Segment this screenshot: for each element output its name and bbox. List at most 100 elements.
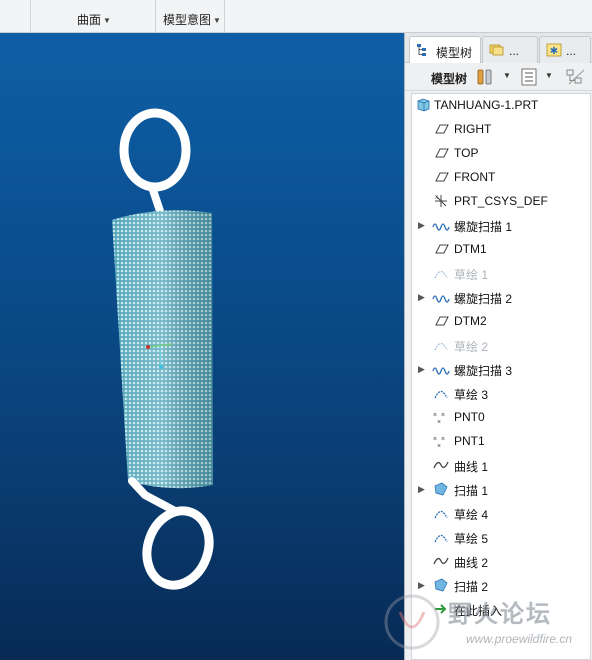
tree-item[interactable]: FRONT [412, 166, 590, 188]
tab-label: ... [566, 44, 577, 58]
tree-item-label: 在此插入 [454, 604, 503, 618]
tree-item[interactable]: 草绘 3 [412, 382, 590, 404]
tab-label: 模型树 [436, 46, 473, 60]
svg-text:×: × [437, 443, 441, 449]
tree-item[interactable]: TOP [412, 142, 590, 164]
expand-arrow-icon[interactable]: ▶ [418, 580, 425, 591]
show-hide-icon[interactable] [565, 67, 587, 87]
tree-item[interactable]: ▶ 扫描 2 [412, 574, 590, 596]
coil-body [112, 210, 213, 489]
panel-tabs: 模型树 ... ✱ ... [405, 33, 592, 64]
svg-text:×: × [437, 419, 441, 425]
tree-item[interactable]: RIGHT [412, 118, 590, 140]
tree-item[interactable]: 草绘 5 [412, 526, 590, 548]
tree-item[interactable]: DTM2 [412, 310, 590, 332]
tree-item[interactable]: X PRT_CSYS_DEF [412, 190, 590, 212]
svg-text:✱: ✱ [550, 46, 558, 57]
datum-plane-icon [435, 124, 449, 134]
sketch-icon [434, 270, 448, 279]
expand-arrow-icon[interactable]: ▶ [418, 292, 425, 303]
csys-icon: X [435, 195, 447, 207]
helical-sweep-icon [432, 367, 450, 375]
tree-item[interactable]: 曲线 1 [412, 454, 590, 476]
svg-text:×: × [441, 412, 445, 419]
spring-model [112, 108, 214, 590]
svg-text:×: × [441, 436, 445, 443]
surface-group-label[interactable]: 曲面 ▼ [77, 11, 111, 28]
tree-item-label: 草绘 3 [454, 388, 489, 402]
tree-item[interactable]: ▶ 扫描 1 [412, 478, 590, 500]
sketch-icon [434, 510, 448, 519]
bottom-hook [128, 477, 214, 590]
sweep-icon [434, 482, 448, 496]
datum-point-icon: × ×× [433, 436, 445, 449]
tree-item-label: 草绘 2 [454, 340, 489, 354]
expand-arrow-icon[interactable]: ▶ [418, 484, 425, 495]
tree-item[interactable]: × × × PNT0 [412, 406, 590, 428]
expand-arrow-icon[interactable]: ▶ [418, 364, 425, 375]
top-hook [119, 108, 191, 215]
svg-text:×: × [433, 436, 437, 443]
graphics-viewport[interactable] [0, 33, 404, 660]
tree-item[interactable]: ▶ 螺旋扫描 1 [412, 214, 590, 236]
model-tree-toolbar: 模型树 ▼ ▼ [405, 63, 592, 91]
sketch-icon [434, 534, 448, 543]
model-intent-group-label[interactable]: 模型意图 ▼ [163, 11, 221, 28]
insert-here-icon [435, 604, 447, 614]
tree-item[interactable]: 曲线 2 [412, 550, 590, 572]
model-tree: TANHUANG-1.PRT RIGHT TOP FRONT X PRT_CSYS_DE… [411, 93, 591, 660]
favorites-icon: ✱ [546, 43, 562, 57]
model-tree-icon [417, 44, 426, 56]
sketch-icon [434, 342, 448, 351]
tree-item-label: 草绘 5 [454, 532, 489, 546]
expand-arrow-icon[interactable]: ▶ [418, 220, 425, 231]
helical-sweep-icon [432, 295, 450, 303]
curve-icon [433, 461, 449, 469]
side-panel: 模型树 ... ✱ ... 模型树 ▼ ▼ TANHUANG-1.PRT RIG… [404, 33, 592, 660]
datum-point-icon: × ×× [433, 412, 445, 425]
tree-item-label: DTM1 [454, 242, 487, 256]
tree-item[interactable]: 草绘 1 [412, 262, 590, 284]
tools-icon[interactable] [475, 67, 495, 87]
tree-item-label: 草绘 4 [454, 508, 489, 522]
datum-plane-icon [435, 148, 449, 158]
tab-layers[interactable]: ... [482, 36, 538, 63]
svg-text:×: × [433, 412, 437, 419]
tree-item-label: PNT1 [454, 434, 485, 448]
datum-plane-icon [435, 316, 449, 326]
tree-root[interactable]: TANHUANG-1.PRT [412, 94, 590, 116]
tree-item-label: 曲线 2 [454, 556, 489, 570]
datum-plane-icon [435, 172, 449, 182]
chevron-down-icon[interactable]: ▼ [545, 71, 553, 80]
ribbon-toolbar: 曲面 ▼ 模型意图 ▼ [0, 0, 592, 33]
tree-item[interactable]: 草绘 2 [412, 334, 590, 356]
toolbar-title: 模型树 [431, 72, 468, 86]
tree-item[interactable]: 草绘 4 [412, 502, 590, 524]
part-icon [417, 98, 430, 112]
chevron-down-icon[interactable]: ▼ [503, 71, 511, 80]
tree-item[interactable]: ▶ 螺旋扫描 2 [412, 286, 590, 308]
tree-item[interactable]: DTM1 [412, 238, 590, 260]
tree-item-label: PRT_CSYS_DEF [454, 194, 548, 208]
ribbon-group-model-intent: 模型意图 ▼ [155, 0, 225, 33]
tree-item-label: 扫描 2 [454, 580, 489, 594]
settings-list-icon[interactable] [519, 67, 539, 87]
tree-item-label: 草绘 1 [454, 268, 489, 282]
curve-icon [433, 557, 449, 565]
chevron-down-icon: ▼ [213, 16, 221, 25]
tree-item-label: TOP [454, 146, 479, 160]
tree-item-label: PNT0 [454, 410, 485, 424]
tree-item-label: DTM2 [454, 314, 487, 328]
tree-item[interactable]: 在此插入 [412, 598, 590, 620]
tree-item-label: 螺旋扫描 2 [454, 292, 513, 306]
sketch-icon [434, 390, 448, 399]
ribbon-group-surface: 曲面 ▼ [30, 0, 155, 33]
tab-model-tree[interactable]: 模型树 [409, 36, 481, 64]
tree-item[interactable]: × × × PNT1 [412, 430, 590, 452]
tree-item-label: 螺旋扫描 3 [454, 364, 513, 378]
layers-icon [489, 44, 504, 56]
datum-plane-icon [435, 244, 449, 254]
tree-item-label: 螺旋扫描 1 [454, 220, 513, 234]
tree-item[interactable]: ▶ 螺旋扫描 3 [412, 358, 590, 380]
tab-favorites[interactable]: ✱ ... [539, 36, 591, 63]
